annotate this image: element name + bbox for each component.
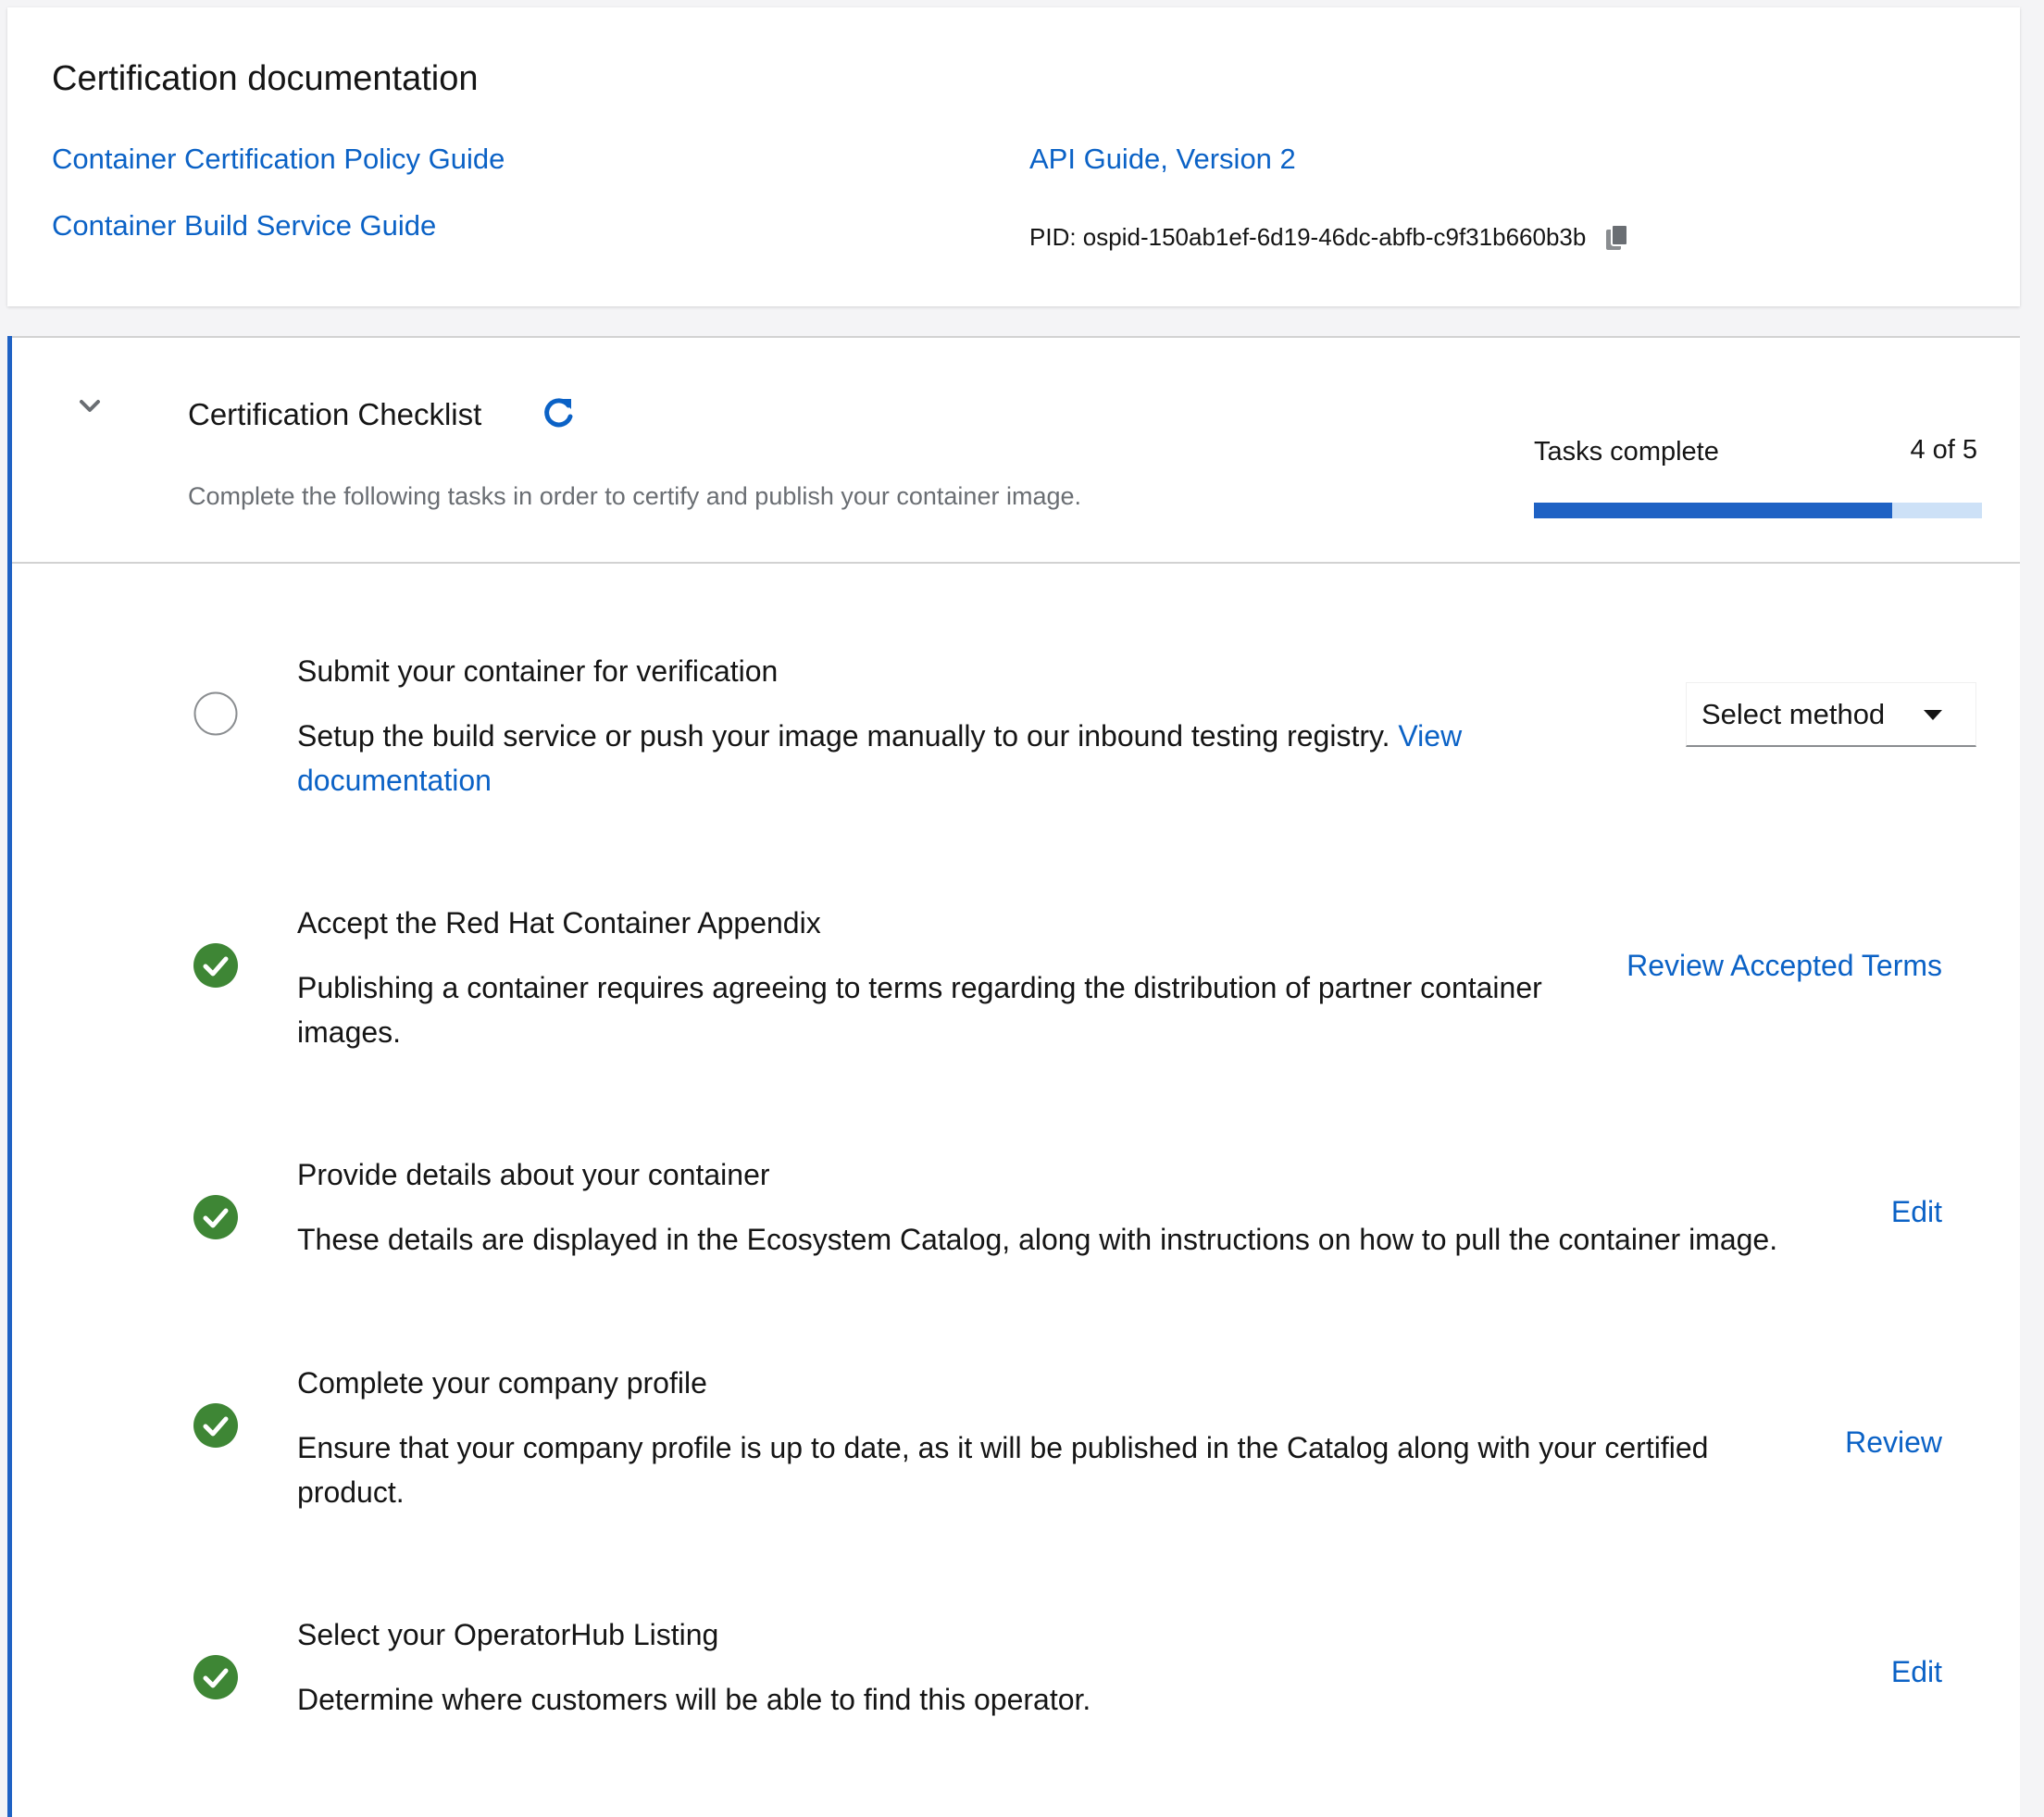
task-description: Setup the build service or push your ima… xyxy=(297,714,1501,803)
task-description: Determine where customers will be able t… xyxy=(297,1683,1091,1716)
task-title: Provide details about your container xyxy=(297,1158,770,1191)
divider xyxy=(12,336,2020,338)
empty-circle-icon xyxy=(193,691,238,736)
progress-bar xyxy=(1534,503,1982,518)
edit-listing-link[interactable]: Edit xyxy=(1891,1655,1942,1689)
review-accepted-terms-link[interactable]: Review Accepted Terms xyxy=(1626,949,1942,983)
build-service-guide-link[interactable]: Container Build Service Guide xyxy=(52,209,436,243)
product-id: PID: ospid-150ab1ef-6d19-46dc-abfb-c9f31… xyxy=(1029,223,1630,252)
edit-details-link[interactable]: Edit xyxy=(1891,1195,1942,1229)
checklist-description: Complete the following tasks in order to… xyxy=(188,482,1081,510)
caret-down-icon xyxy=(1924,710,1942,720)
policy-guide-link[interactable]: Container Certification Policy Guide xyxy=(52,143,505,176)
task-title: Complete your company profile xyxy=(297,1366,707,1400)
select-method-dropdown[interactable]: Select method xyxy=(1686,682,1976,747)
task-title: Accept the Red Hat Container Appendix xyxy=(297,906,821,940)
api-guide-link[interactable]: API Guide, Version 2 xyxy=(1029,143,1296,176)
task-title: Submit your container for verification xyxy=(297,654,779,688)
task-description: Ensure that your company profile is up t… xyxy=(297,1431,1709,1509)
check-circle-icon xyxy=(193,943,238,988)
check-circle-icon xyxy=(193,1403,238,1448)
select-method-label: Select method xyxy=(1701,697,1886,730)
progress-label: Tasks complete xyxy=(1534,437,1719,467)
task-description: Publishing a container requires agreeing… xyxy=(297,971,1542,1049)
check-circle-icon xyxy=(193,1655,238,1699)
copy-icon[interactable] xyxy=(1604,223,1630,252)
checklist-title: Certification Checklist xyxy=(188,397,482,431)
task-description-text: Setup the build service or push your ima… xyxy=(297,719,1390,753)
check-circle-icon xyxy=(193,1195,238,1239)
product-id-text: PID: ospid-150ab1ef-6d19-46dc-abfb-c9f31… xyxy=(1029,223,1587,251)
task-description: These details are displayed in the Ecosy… xyxy=(297,1223,1778,1256)
documentation-title: Certification documentation xyxy=(52,59,479,98)
divider xyxy=(12,562,2020,564)
certification-checklist-card: Certification Checklist Complete the fol… xyxy=(7,336,2020,1817)
refresh-icon[interactable] xyxy=(540,394,577,431)
progress-bar-fill xyxy=(1534,503,1893,518)
chevron-down-icon[interactable] xyxy=(73,390,106,423)
task-title: Select your OperatorHub Listing xyxy=(297,1618,719,1651)
review-profile-link[interactable]: Review xyxy=(1845,1425,1942,1460)
progress-value: 4 of 5 xyxy=(1910,435,1977,465)
documentation-card: Certification documentation Container Ce… xyxy=(7,7,2020,306)
